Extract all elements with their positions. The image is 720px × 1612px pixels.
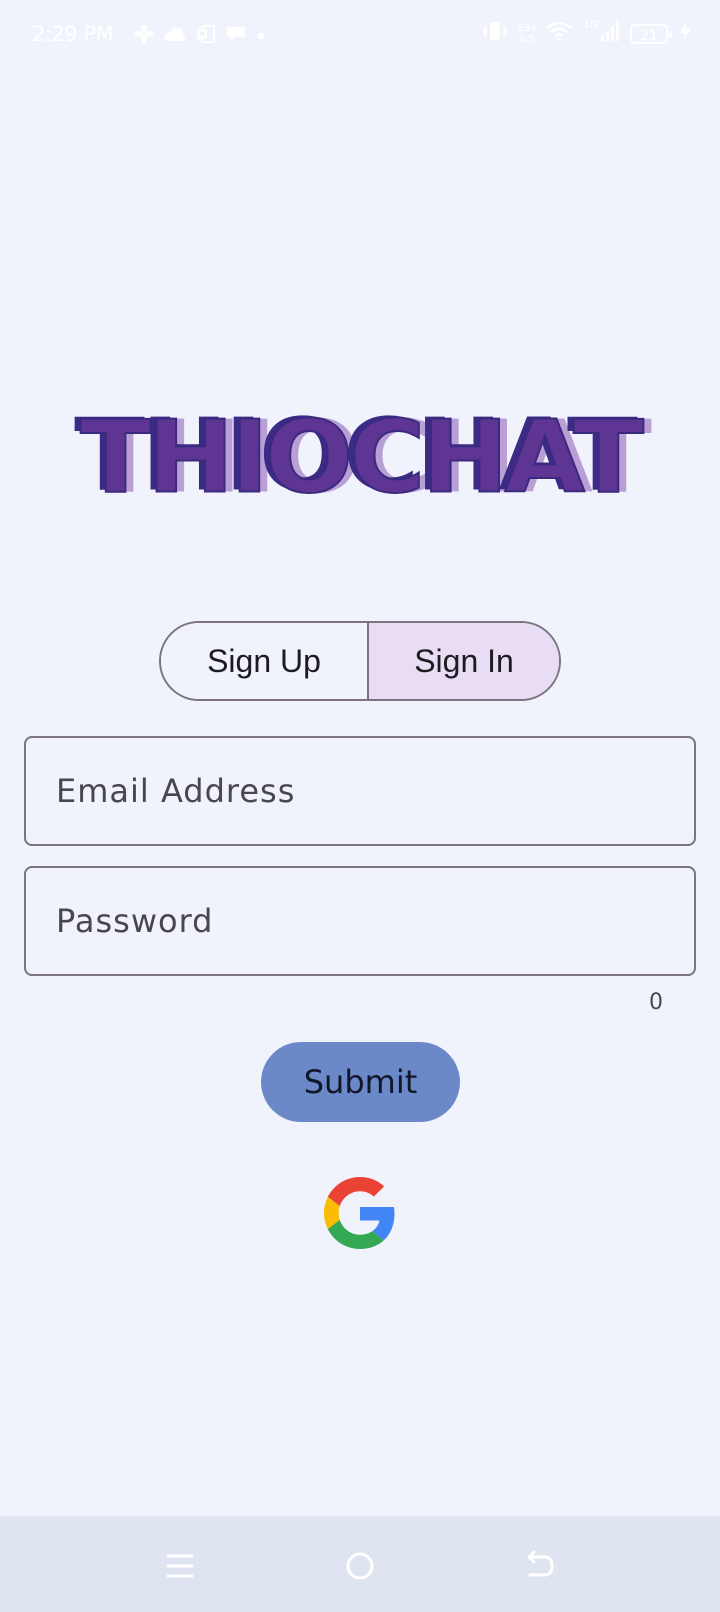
vibrate-icon: [483, 20, 508, 47]
speed-value: 834: [517, 22, 537, 34]
fan-icon: [134, 24, 154, 49]
system-icons: 834 B/S 4G 21: [483, 19, 692, 47]
network-speed: 834 B/S: [517, 23, 536, 45]
chat-bubble-icon: [226, 24, 246, 49]
app-logo: THIOCHAT: [0, 405, 720, 509]
system-nav-bar: [0, 1516, 720, 1612]
status-bar: 2:29 PM 834 B/S 4G 21: [0, 0, 720, 72]
menu-icon[interactable]: [160, 1546, 200, 1586]
email-field: [24, 736, 696, 846]
battery-level: 21: [630, 23, 672, 44]
signal-icon: [600, 20, 620, 47]
status-time: 2:29 PM: [32, 22, 114, 46]
dot-icon: [256, 28, 266, 46]
notification-icons: [134, 24, 266, 49]
tab-sign-up[interactable]: Sign Up: [161, 623, 369, 699]
home-icon[interactable]: [340, 1546, 380, 1586]
outlook-icon: [196, 24, 216, 49]
tab-sign-in[interactable]: Sign In: [369, 623, 559, 699]
auth-mode-toggle: Sign Up Sign In: [159, 621, 561, 701]
network-type: 4G: [582, 19, 598, 32]
logo-text: THIOCHAT: [79, 398, 645, 516]
charging-icon: [678, 20, 692, 47]
password-field: [24, 866, 696, 976]
google-icon[interactable]: [324, 1176, 396, 1250]
wifi-icon: [546, 21, 573, 46]
email-input[interactable]: [26, 738, 694, 844]
submit-button[interactable]: Submit: [261, 1042, 460, 1122]
password-char-counter: 0: [649, 990, 663, 1015]
password-input[interactable]: [26, 868, 694, 974]
cloud-icon: [164, 25, 186, 48]
speed-unit: B/S: [518, 33, 536, 45]
back-icon[interactable]: [520, 1546, 560, 1586]
